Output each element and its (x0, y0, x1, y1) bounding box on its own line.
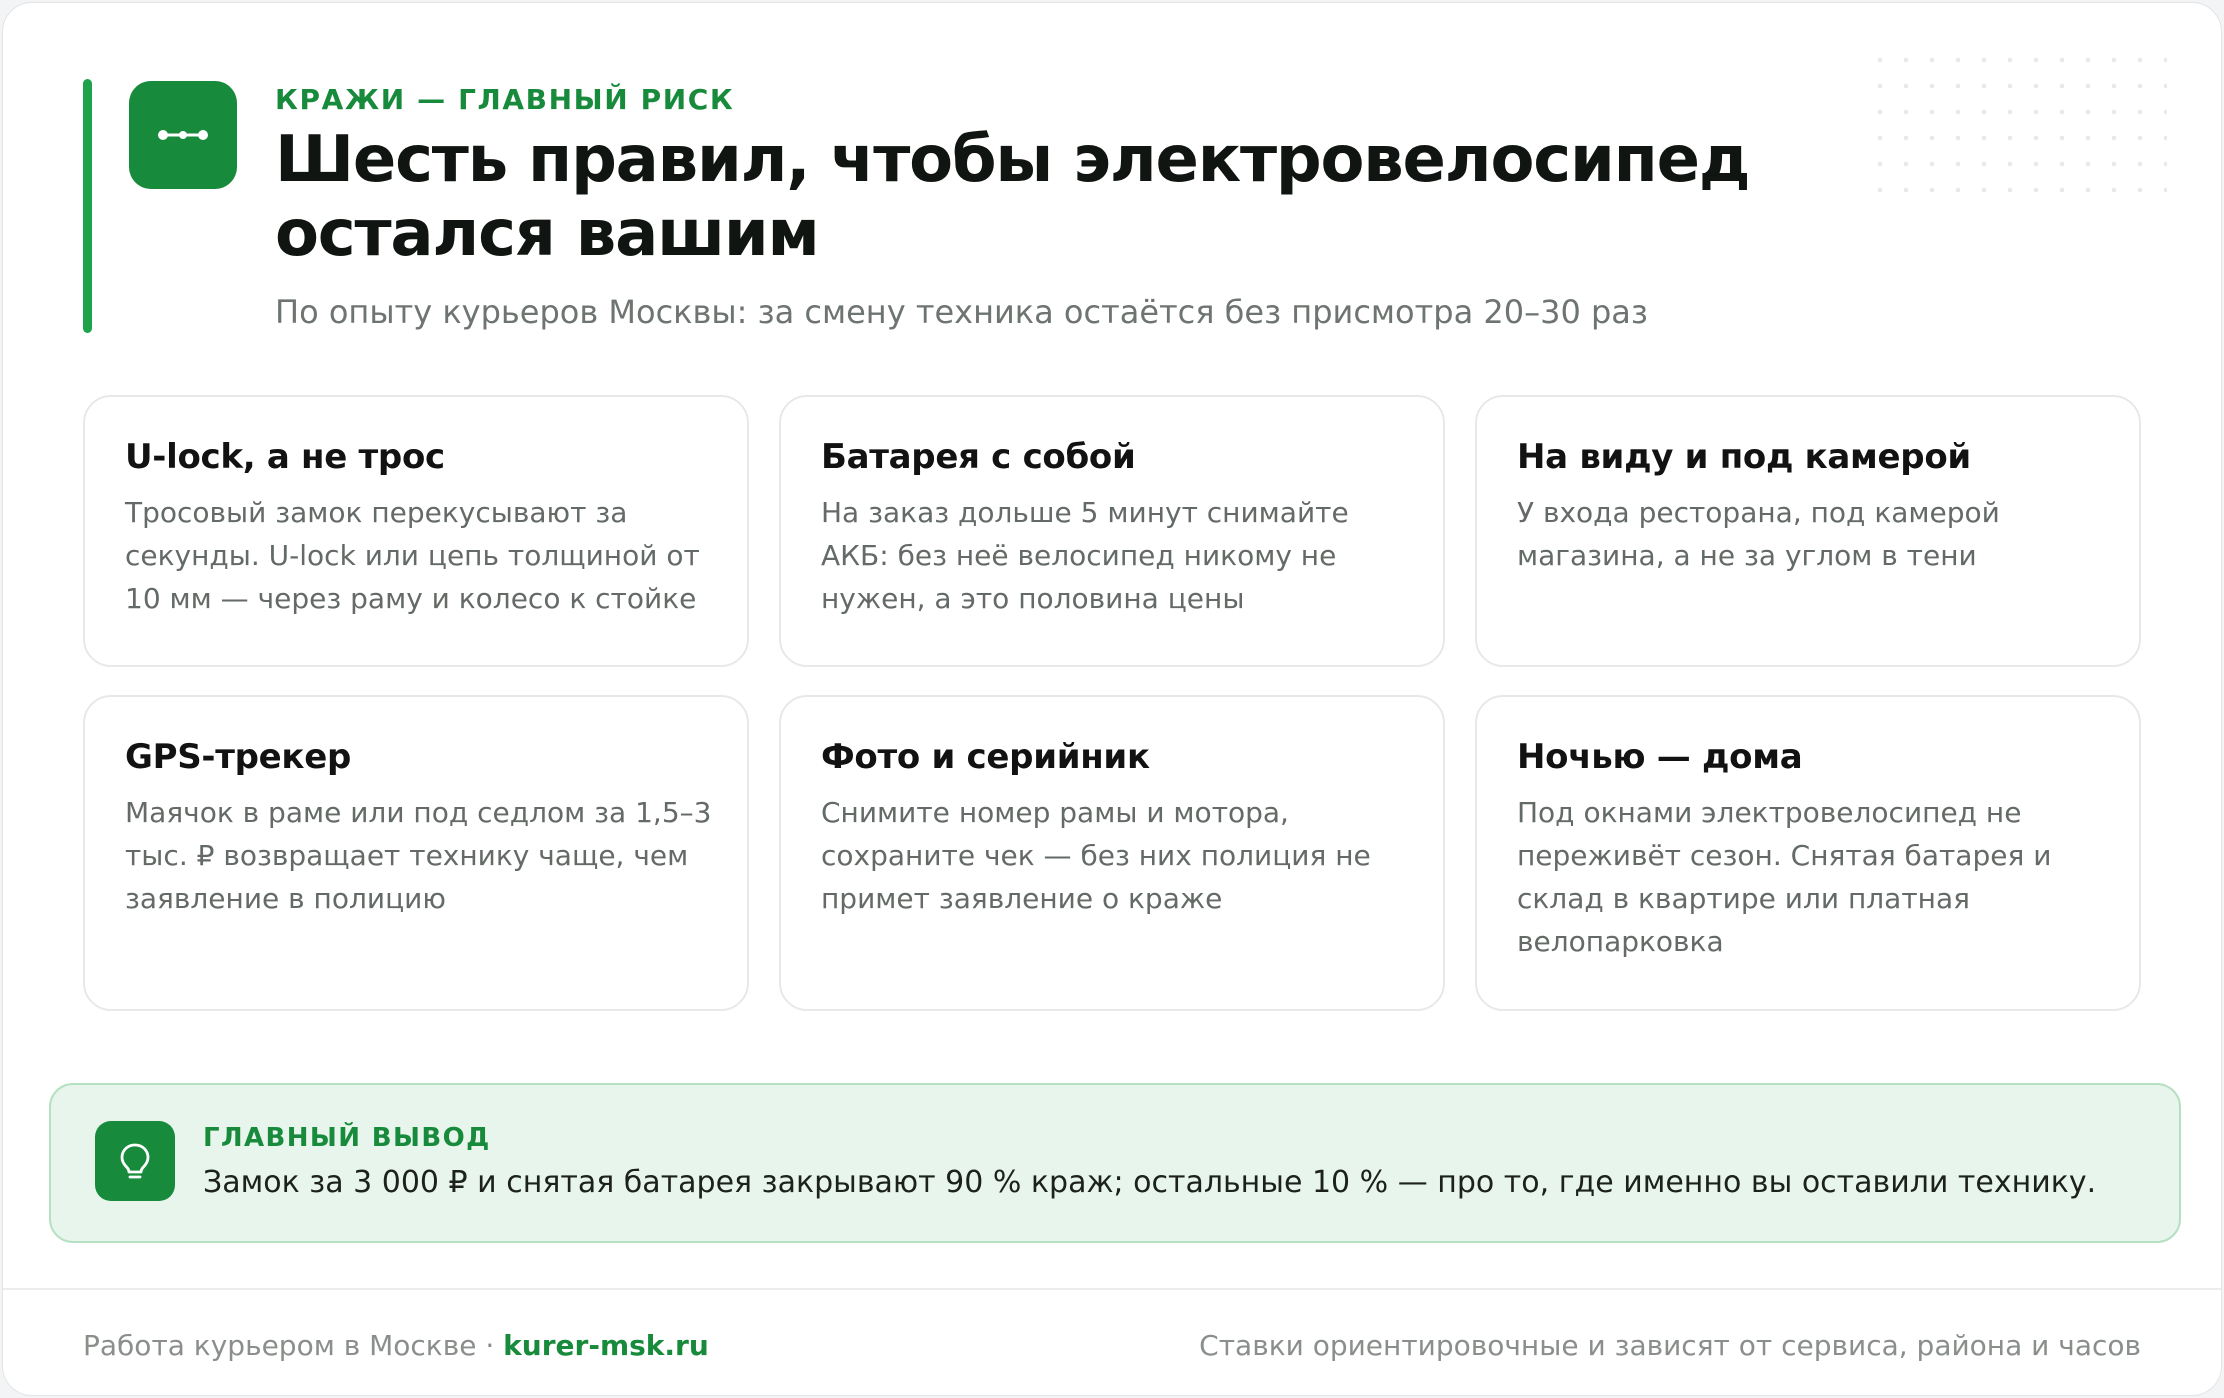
card-title: GPS-трекер (125, 737, 352, 777)
accent-bar (83, 79, 92, 333)
rule-card-night: Ночью — дома Под окнами электровелосипед… (1475, 695, 2141, 1011)
eyebrow-label: КРАЖИ — ГЛАВНЫЙ РИСК (275, 83, 735, 116)
conclusion-label: ГЛАВНЫЙ ВЫВОД (203, 1123, 491, 1153)
card-text: Под окнами электровелосипед не переживёт… (1517, 796, 2052, 958)
card-title: Батарея с собой (821, 437, 1136, 477)
conclusion-text: Замок за 3 000 ₽ и снятая батарея закрыв… (203, 1165, 2097, 1200)
header: КРАЖИ — ГЛАВНЫЙ РИСК Шесть правил, чтобы… (83, 79, 1943, 335)
card-text: На заказ дольше 5 минут снимайте АКБ: бе… (821, 496, 1349, 615)
page-title: Шесть правил, чтобы электровелосипед ост… (275, 123, 1751, 271)
lightbulb-icon (95, 1121, 175, 1201)
infographic-card: КРАЖИ — ГЛАВНЫЙ РИСК Шесть правил, чтобы… (2, 2, 2222, 1396)
page-subtitle: По опыту курьеров Москвы: за смену техни… (275, 293, 1648, 331)
card-text: Маячок в раме или под седлом за 1,5–3 ты… (125, 796, 712, 915)
rule-card-ulock: U-lock, а не трос Тросовый замок перекус… (83, 395, 749, 667)
site-link[interactable]: kurer-msk.ru (503, 1329, 709, 1362)
rule-card-gps: GPS-трекер Маячок в раме или под седлом … (83, 695, 749, 1011)
card-text: Снимите номер рамы и мотора, сохраните ч… (821, 796, 1371, 915)
card-text: У входа ресторана, под камерой магазина,… (1517, 496, 2000, 572)
rule-card-camera: На виду и под камерой У входа ресторана,… (1475, 395, 2141, 667)
card-title: Ночью — дома (1517, 737, 1803, 777)
chain-link-icon (129, 81, 237, 189)
card-text: Тросовый замок перекусывают за секунды. … (125, 496, 700, 615)
footer-credit: Работа курьером в Москве · kurer-msk.ru (83, 1329, 709, 1362)
card-title: Фото и серийник (821, 737, 1150, 777)
footer-disclaimer: Ставки ориентировочные и зависят от серв… (1199, 1329, 2141, 1362)
rule-card-battery: Батарея с собой На заказ дольше 5 минут … (779, 395, 1445, 667)
card-title: На виду и под камерой (1517, 437, 1971, 477)
footer-divider (3, 1288, 2221, 1290)
card-title: U-lock, а не трос (125, 437, 445, 477)
conclusion-box: ГЛАВНЫЙ ВЫВОД Замок за 3 000 ₽ и снятая … (49, 1083, 2181, 1243)
footer-credit-text: Работа курьером в Москве · (83, 1329, 504, 1362)
rule-card-serial: Фото и серийник Снимите номер рамы и мот… (779, 695, 1445, 1011)
